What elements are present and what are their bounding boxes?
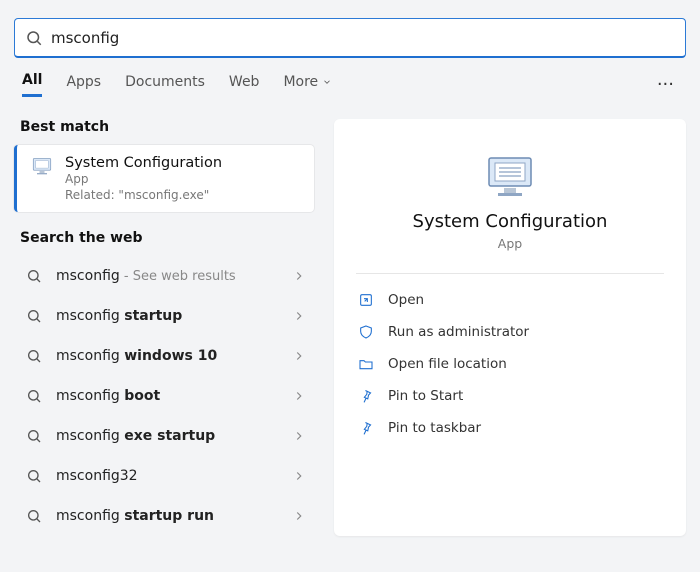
preview-app-icon (486, 155, 534, 197)
search-input[interactable] (51, 29, 675, 47)
preview-action[interactable]: Open (356, 284, 664, 316)
web-result[interactable]: msconfig32 (14, 456, 314, 496)
preview-panel: System Configuration App OpenRun as admi… (334, 119, 686, 536)
preview-title: System Configuration (356, 211, 664, 232)
preview-action[interactable]: Pin to Start (356, 380, 664, 412)
chevron-down-icon (322, 77, 332, 87)
best-match-related: Related: "msconfig.exe" (65, 188, 222, 202)
web-search-heading: Search the web (20, 230, 308, 246)
preview-action[interactable]: Pin to taskbar (356, 412, 664, 444)
best-match-result[interactable]: System Configuration App Related: "mscon… (14, 145, 314, 212)
best-match-type: App (65, 172, 222, 186)
search-box[interactable] (14, 18, 686, 58)
web-result[interactable]: msconfig - See web results (14, 256, 314, 296)
tab-apps[interactable]: Apps (66, 74, 101, 96)
web-result[interactable]: msconfig startup (14, 296, 314, 336)
tab-documents[interactable]: Documents (125, 74, 205, 96)
web-result[interactable]: msconfig boot (14, 376, 314, 416)
web-result[interactable]: msconfig startup run (14, 496, 314, 536)
preview-action[interactable]: Open file location (356, 348, 664, 380)
app-icon (32, 157, 52, 175)
more-options-button[interactable]: ··· (653, 74, 678, 95)
best-match-title: System Configuration (65, 155, 222, 171)
best-match-heading: Best match (20, 119, 308, 135)
search-icon (25, 29, 43, 47)
tab-all[interactable]: All (22, 72, 42, 97)
tab-web[interactable]: Web (229, 74, 260, 96)
preview-type: App (356, 236, 664, 251)
divider (356, 273, 664, 274)
filter-tabs: All Apps Documents Web More ··· (0, 58, 700, 103)
web-result[interactable]: msconfig exe startup (14, 416, 314, 456)
tab-more[interactable]: More (283, 74, 332, 96)
preview-action[interactable]: Run as administrator (356, 316, 664, 348)
web-result[interactable]: msconfig windows 10 (14, 336, 314, 376)
